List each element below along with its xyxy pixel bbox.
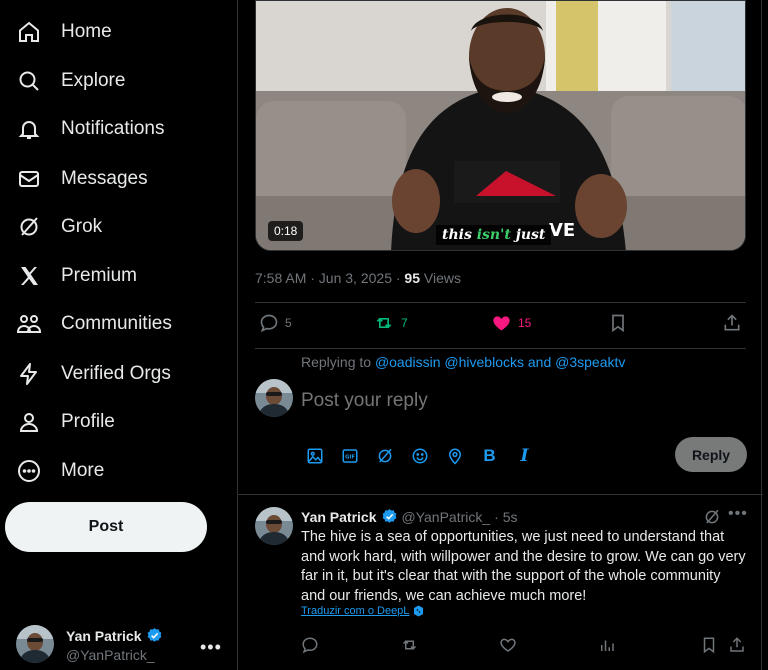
nav-communities[interactable]: Communities	[16, 309, 172, 339]
nav-notifications[interactable]: Notifications	[16, 114, 165, 144]
nav-communities-label: Communities	[61, 313, 172, 334]
views-count: 95	[404, 270, 420, 286]
video-frame: VE	[256, 1, 745, 250]
share-icon	[722, 313, 742, 333]
tweet-text: The hive is a sea of opportunities, we j…	[301, 529, 746, 604]
sidebar: Home Explore Notifications Messages Grok…	[0, 0, 237, 670]
ellipsis-icon[interactable]: •••	[200, 637, 222, 658]
nav-premium[interactable]: Premium	[16, 261, 137, 291]
home-icon	[16, 19, 42, 45]
nav-verified-orgs-label: Verified Orgs	[61, 363, 171, 384]
grok-icon	[16, 214, 42, 240]
video-subtitle: this isn't just	[436, 225, 552, 245]
bold-icon[interactable]: B	[479, 445, 500, 466]
account-name: Yan Patrick	[66, 627, 142, 644]
nav-grok[interactable]: Grok	[16, 212, 102, 242]
bell-icon	[16, 116, 42, 142]
tweet-actions	[301, 636, 746, 656]
like-action[interactable]: 15	[491, 313, 531, 333]
translate-link[interactable]: Traduzir com o DeepL	[301, 605, 424, 617]
tweet-header: Yan Patrick @YanPatrick_ · 5s	[301, 508, 518, 525]
reply-input[interactable]	[301, 390, 701, 412]
post-button[interactable]: Post	[5, 502, 207, 552]
share-action[interactable]	[722, 313, 742, 333]
shirt-print: VE	[549, 220, 575, 241]
person-icon	[16, 409, 42, 435]
post-actions: 5 7 15	[255, 313, 746, 337]
bookmark-icon	[608, 313, 628, 333]
verified-badge-icon	[381, 508, 398, 525]
nav-more-label: More	[61, 460, 105, 481]
reply-count: 5	[285, 316, 292, 330]
location-icon[interactable]	[444, 445, 465, 466]
post-timestamp: 7:58 AM · Jun 3, 2025 · 95 Views	[255, 270, 461, 286]
ellipsis-icon[interactable]: •••	[728, 505, 748, 523]
verified-badge-icon	[146, 627, 163, 644]
italic-icon[interactable]: I	[514, 445, 535, 466]
nav-more[interactable]: More	[16, 456, 104, 486]
emoji-icon[interactable]	[409, 445, 430, 466]
reply-icon[interactable]	[301, 636, 319, 654]
avatar	[255, 379, 293, 417]
analytics-icon[interactable]	[598, 636, 616, 654]
deepl-icon	[413, 605, 424, 617]
account-handle: @YanPatrick_	[66, 647, 155, 663]
avatar	[16, 625, 54, 663]
heart-icon	[491, 313, 512, 333]
grok-icon[interactable]	[703, 508, 721, 526]
replying-to-links[interactable]: @oadissin @hiveblocks and @3speaktv	[375, 354, 625, 370]
reply-button[interactable]: Reply	[675, 437, 747, 472]
tweet-author-name[interactable]: Yan Patrick	[301, 509, 377, 525]
grok-icon[interactable]	[374, 445, 395, 466]
more-circle-icon	[16, 458, 42, 484]
like-count: 15	[518, 316, 532, 330]
lightning-icon	[16, 361, 42, 387]
avatar[interactable]	[255, 507, 293, 545]
nav-messages-label: Messages	[61, 168, 148, 189]
reply-tweet[interactable]: Yan Patrick @YanPatrick_ · 5s ••• The hi…	[238, 494, 763, 670]
search-icon	[16, 68, 42, 94]
repost-icon	[373, 313, 395, 333]
bookmark-action[interactable]	[608, 313, 628, 333]
nav-explore[interactable]: Explore	[16, 66, 125, 96]
heart-icon[interactable]	[499, 636, 517, 654]
repost-icon[interactable]	[400, 636, 419, 654]
main-column: VE 0:18 this isn't just 7:58 AM · Jun 3,…	[237, 0, 763, 670]
share-icon[interactable]	[728, 636, 746, 654]
image-icon[interactable]	[304, 445, 325, 466]
reply-icon	[259, 313, 279, 333]
svg-text:GIF: GIF	[345, 454, 355, 460]
nav-grok-label: Grok	[61, 216, 103, 237]
nav-home[interactable]: Home	[16, 17, 112, 47]
divider	[255, 348, 746, 349]
nav-notifications-label: Notifications	[61, 118, 165, 139]
nav-messages[interactable]: Messages	[16, 164, 148, 194]
nav-profile-label: Profile	[61, 411, 115, 432]
repost-action[interactable]: 7	[373, 313, 408, 333]
video-player[interactable]: VE 0:18 this isn't just	[255, 0, 746, 251]
nav-profile[interactable]: Profile	[16, 407, 115, 437]
account-switcher[interactable]: Yan Patrick @YanPatrick_ •••	[16, 625, 228, 665]
envelope-icon	[16, 166, 42, 192]
divider	[255, 302, 746, 303]
reply-toolbar: GIF B I	[304, 445, 535, 466]
nav-premium-label: Premium	[61, 265, 138, 286]
communities-icon	[16, 311, 42, 337]
tweet-time[interactable]: · 5s	[494, 509, 517, 525]
reply-action[interactable]: 5	[259, 313, 292, 333]
nav-explore-label: Explore	[61, 70, 126, 91]
bookmark-icon[interactable]	[700, 636, 718, 654]
x-logo-icon	[16, 263, 42, 289]
tweet-author-handle[interactable]: @YanPatrick_	[402, 509, 491, 525]
repost-count: 7	[401, 316, 408, 330]
video-duration: 0:18	[268, 221, 304, 241]
gif-icon[interactable]: GIF	[339, 445, 360, 466]
nav-verified-orgs[interactable]: Verified Orgs	[16, 359, 171, 389]
replying-to: Replying to @oadissin @hiveblocks and @3…	[301, 354, 626, 370]
nav-home-label: Home	[61, 21, 112, 42]
